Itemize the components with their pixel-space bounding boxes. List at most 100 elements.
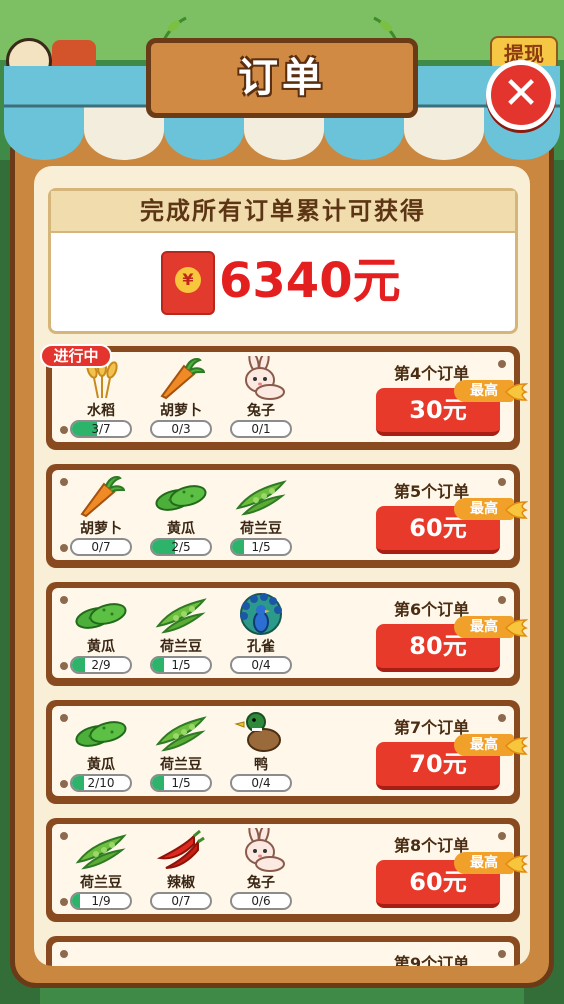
nail-icon (60, 950, 68, 958)
item-name: 兔子 (247, 403, 275, 419)
order-number: 第8个订单 (394, 836, 470, 855)
order-item: 兔子 0/1 (224, 356, 298, 442)
flame-icon (504, 737, 528, 755)
order-item: 水稻 3/7 (64, 356, 138, 442)
item-progress: 0/7 (150, 892, 212, 910)
flame-icon (504, 619, 528, 637)
order-card: 黄瓜 2/9 荷兰豆 1/5 孔雀 0/4 第6个订单 80元 最高 (46, 582, 528, 686)
flame-icon (504, 501, 528, 519)
progress-fill (152, 658, 164, 672)
snow-pea-icon (75, 834, 127, 870)
item-count: 0/7 (91, 540, 111, 554)
item-progress: 2/5 (150, 538, 212, 556)
order-item: 辣椒 0/7 (144, 828, 218, 914)
item-count: 2/9 (91, 658, 111, 672)
order-item: 荷兰豆 1/5 (224, 474, 298, 560)
progress-fill (72, 776, 84, 790)
snow-pea-icon (235, 480, 287, 516)
peacock-icon (240, 593, 282, 635)
item-count: 0/1 (251, 422, 271, 436)
carrot-icon (160, 358, 206, 400)
order-number: 第4个订单 (394, 364, 470, 383)
item-name: 黄瓜 (167, 521, 195, 537)
item-count: 0/4 (251, 776, 271, 790)
item-name: 荷兰豆 (240, 521, 282, 537)
snow-pea-icon (155, 716, 207, 752)
red-packet-icon: ¥ (161, 251, 215, 315)
item-name: 鸭 (254, 757, 268, 773)
order-item: 黄瓜 2/9 (64, 592, 138, 678)
dialog-title: 订单 (146, 38, 418, 118)
item-name: 荷兰豆 (80, 875, 122, 891)
cucumber-icon (155, 485, 207, 511)
order-item: 鸭 0/4 (224, 710, 298, 796)
reward-heading: 完成所有订单累计可获得 (51, 191, 515, 233)
item-name: 荷兰豆 (160, 639, 202, 655)
order-number: 第7个订单 (394, 718, 470, 737)
item-count: 0/4 (251, 658, 271, 672)
item-count: 2/5 (171, 540, 191, 554)
flame-icon (504, 383, 528, 401)
order-number: 第6个订单 (394, 600, 470, 619)
rabbit-icon (245, 828, 285, 872)
order-card: 第9个订单 (46, 936, 520, 966)
total-reward-card: 完成所有订单累计可获得 ¥ 6340元 (48, 188, 518, 334)
order-item: 胡萝卜 0/3 (144, 356, 218, 442)
item-name: 胡萝卜 (160, 403, 202, 419)
order-item: 兔子 0/6 (224, 828, 298, 914)
order-item: 胡萝卜 0/7 (64, 474, 138, 560)
item-count: 1/5 (251, 540, 271, 554)
item-count: 2/10 (87, 776, 115, 790)
order-number: 第5个订单 (394, 482, 470, 501)
order-item: 荷兰豆 1/9 (64, 828, 138, 914)
item-count: 0/3 (171, 422, 191, 436)
cucumber-icon (75, 721, 127, 747)
order-card: 水稻 3/7 胡萝卜 0/3 兔子 0/1 第4个订单 30元 最高 (46, 346, 528, 450)
nail-icon (498, 832, 506, 840)
nail-icon (498, 478, 506, 486)
order-list-panel[interactable]: 完成所有订单累计可获得 ¥ 6340元 水稻 3/7 胡萝卜 0/3 兔子 0/1 第4个订… (34, 166, 530, 966)
progress-fill (72, 894, 81, 908)
reward-amount: 6340元 (219, 253, 401, 309)
progress-fill (72, 658, 85, 672)
carrot-icon (80, 476, 126, 518)
order-item: 黄瓜 2/10 (64, 710, 138, 796)
item-name: 荷兰豆 (160, 757, 202, 773)
item-progress: 3/7 (70, 420, 132, 438)
item-count: 0/7 (171, 894, 191, 908)
order-number: 第9个订单 (394, 954, 470, 966)
cucumber-icon (75, 603, 127, 629)
item-progress: 0/3 (150, 420, 212, 438)
nail-icon (498, 950, 506, 958)
nail-icon (498, 596, 506, 604)
item-count: 3/7 (91, 422, 111, 436)
item-count: 1/5 (171, 776, 191, 790)
rabbit-icon (245, 356, 285, 400)
nail-icon (498, 360, 506, 368)
item-progress: 2/10 (70, 774, 132, 792)
progress-fill (232, 540, 244, 554)
item-progress: 1/5 (230, 538, 292, 556)
item-name: 黄瓜 (87, 757, 115, 773)
close-button[interactable]: ✕ (486, 60, 556, 130)
duck-icon (234, 712, 281, 752)
item-progress: 1/9 (70, 892, 132, 910)
order-item: 黄瓜 2/5 (144, 474, 218, 560)
item-progress: 0/7 (70, 538, 132, 556)
item-progress: 2/9 (70, 656, 132, 674)
item-progress: 1/5 (150, 774, 212, 792)
item-count: 1/5 (171, 658, 191, 672)
order-card: 荷兰豆 1/9 辣椒 0/7 兔子 0/6 第8个订单 60元 最高 (46, 818, 528, 922)
in-progress-tag: 进行中 (40, 344, 112, 368)
progress-fill (152, 776, 164, 790)
item-name: 水稻 (87, 403, 115, 419)
snow-pea-icon (155, 598, 207, 634)
order-item: 荷兰豆 1/5 (144, 710, 218, 796)
item-progress: 0/6 (230, 892, 292, 910)
nail-icon (498, 714, 506, 722)
item-name: 胡萝卜 (80, 521, 122, 537)
order-item: 荷兰豆 1/5 (144, 592, 218, 678)
order-item: 孔雀 0/4 (224, 592, 298, 678)
item-name: 兔子 (247, 875, 275, 891)
chili-icon (156, 829, 205, 869)
